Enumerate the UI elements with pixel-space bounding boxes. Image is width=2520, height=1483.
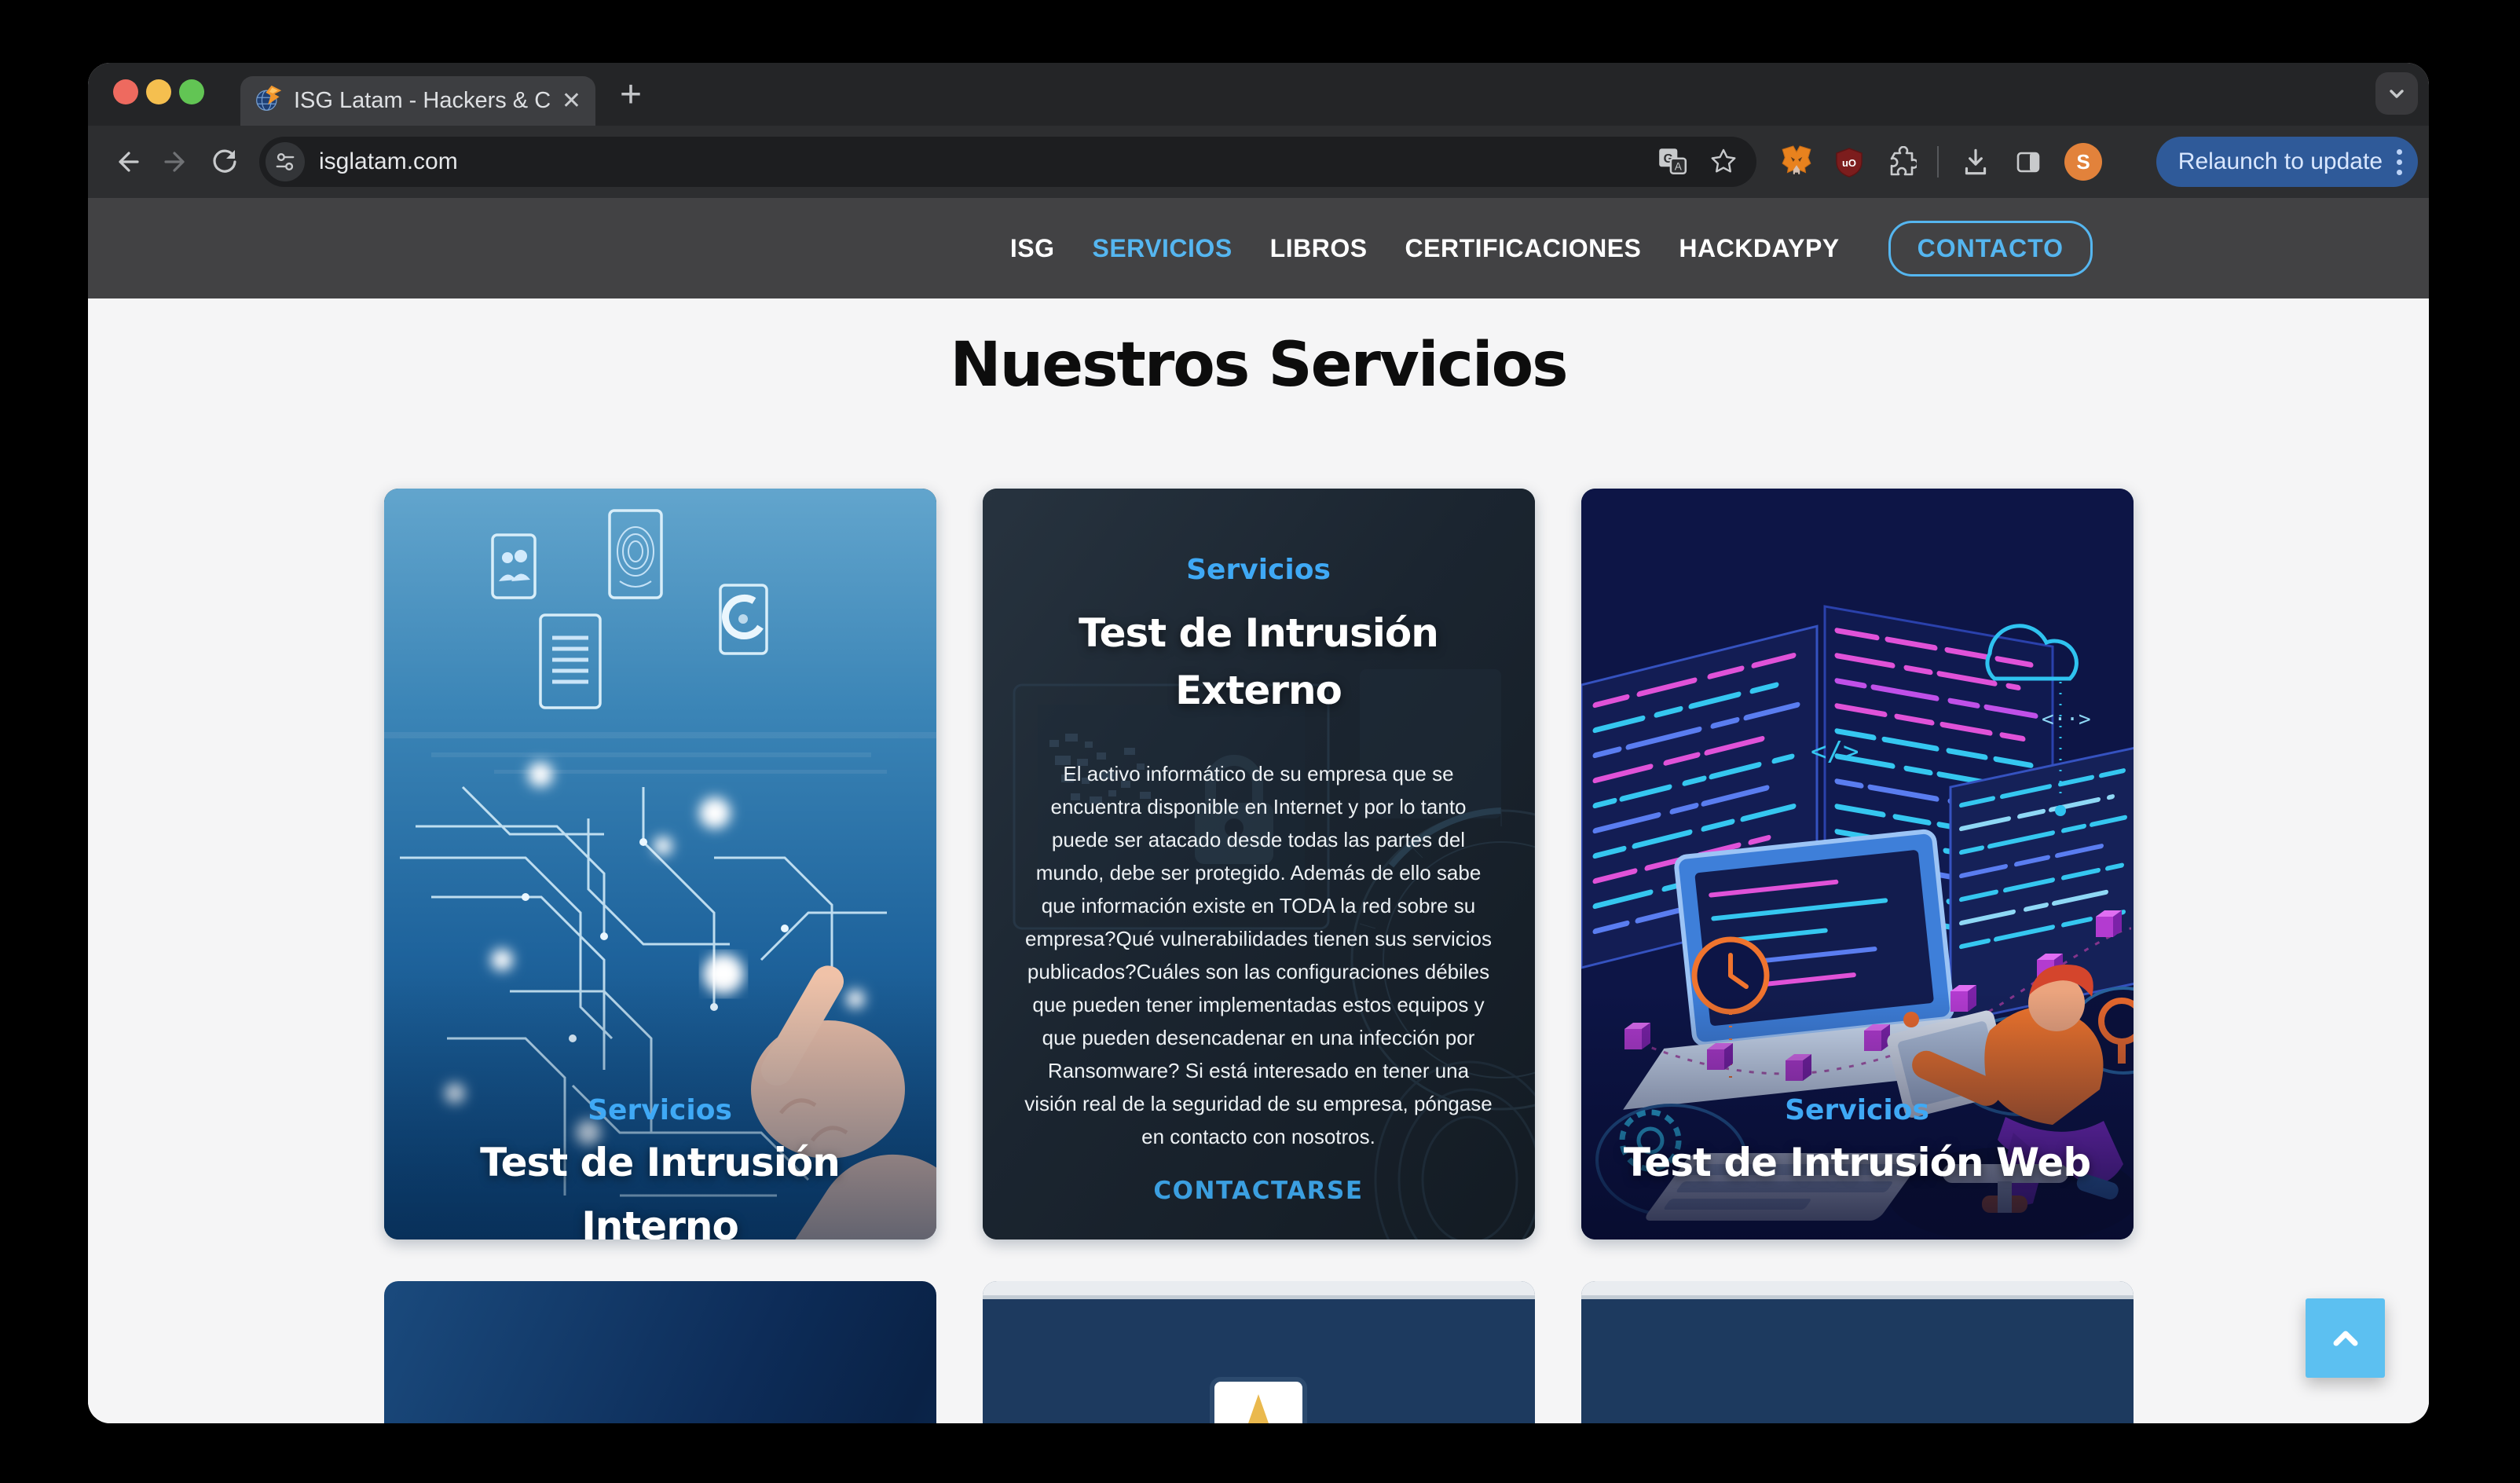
services-row-2 [384, 1281, 2134, 1423]
contactarse-link[interactable]: CONTACTARSE [1153, 1177, 1363, 1205]
window-controls [113, 79, 204, 104]
site-navbar: ISG SERVICIOS LIBROS CERTIFICACIONES HAC… [88, 198, 2429, 298]
card-title-line2: Interno [384, 1198, 936, 1239]
relaunch-to-update-button[interactable]: Relaunch to update [2156, 137, 2418, 187]
site-favicon-icon [255, 85, 283, 117]
translate-icon: G A [1656, 145, 1689, 178]
forward-arrow-icon [159, 145, 193, 179]
browser-toolbar: isglatam.com G A [88, 126, 2429, 198]
card-title-line1: Test de Intrusión Web [1581, 1134, 2134, 1192]
service-card-partial-3[interactable] [1581, 1281, 2134, 1423]
reload-button[interactable] [203, 140, 247, 184]
chevron-down-icon [2381, 78, 2412, 109]
toolbar-divider [1937, 146, 1939, 178]
card-caption: Servicios Test de Intrusión Interno [384, 1093, 936, 1239]
nav-item-libros[interactable]: LIBROS [1270, 234, 1368, 263]
contacto-button[interactable]: CONTACTO [1888, 221, 2093, 276]
tab-close-icon[interactable]: ✕ [562, 90, 581, 113]
svg-text:</>: </> [1811, 736, 1859, 767]
service-card-web[interactable]: </> <··> [1581, 489, 2134, 1239]
downloads-button[interactable] [1959, 145, 1992, 178]
svg-text:A: A [1675, 161, 1683, 173]
card-category-label: Servicios [1581, 1093, 2134, 1128]
service-card-interno[interactable]: Servicios Test de Intrusión Interno [384, 489, 936, 1239]
service-card-partial-1[interactable] [384, 1281, 936, 1423]
desktop-background: ISG Latam - Hackers & Cibers ✕ + [0, 0, 2520, 1483]
ublock-extension-button[interactable]: uO [1833, 146, 1865, 178]
tab-search-chevron-button[interactable] [2375, 72, 2418, 115]
forward-button[interactable] [154, 140, 198, 184]
back-button[interactable] [105, 140, 149, 184]
services-row-1: Servicios Test de Intrusión Interno [384, 489, 2134, 1239]
window-fullscreen-button[interactable] [179, 79, 204, 104]
bookmark-star-button[interactable] [1708, 146, 1739, 178]
card-text-content: Servicios Test de Intrusión Externo El a… [983, 489, 1535, 1239]
page-viewport: ISG SERVICIOS LIBROS CERTIFICACIONES HAC… [88, 198, 2429, 1423]
window-close-button[interactable] [113, 79, 138, 104]
window-minimize-button[interactable] [146, 79, 171, 104]
side-panel-button[interactable] [2013, 146, 2044, 178]
card-category-label: Servicios [1022, 553, 1496, 588]
page-content: Nuestros Servicios [88, 298, 2429, 1423]
metamask-fox-icon [1780, 145, 1813, 178]
scroll-to-top-button[interactable] [2306, 1298, 2385, 1378]
page-title: Nuestros Servicios [88, 330, 2429, 401]
ublock-shield-icon: uO [1833, 146, 1865, 178]
browser-window: ISG Latam - Hackers & Cibers ✕ + [88, 63, 2429, 1423]
new-tab-button[interactable]: + [610, 74, 652, 116]
tab-title: ISG Latam - Hackers & Cibers [294, 88, 551, 114]
tab-strip: ISG Latam - Hackers & Cibers ✕ + [88, 63, 2429, 126]
back-arrow-icon [110, 145, 145, 179]
browser-tab[interactable]: ISG Latam - Hackers & Cibers ✕ [240, 76, 595, 126]
download-icon [1959, 145, 1992, 178]
address-bar[interactable]: isglatam.com G A [259, 137, 1756, 187]
relaunch-label: Relaunch to update [2178, 148, 2383, 175]
card-title-line1: Test de Intrusión [1022, 605, 1496, 662]
rocket-illustration [1210, 1377, 1307, 1423]
sidebar-icon [2013, 146, 2044, 178]
card-caption: Servicios Test de Intrusión Web [1581, 1093, 2134, 1192]
browser-menu-kebab-icon[interactable] [2397, 149, 2402, 175]
card-title-line2: Externo [1022, 662, 1496, 720]
nav-item-hackdaypy[interactable]: HACKDAYPY [1679, 234, 1839, 263]
nav-item-certificaciones[interactable]: CERTIFICACIONES [1405, 234, 1642, 263]
svg-text:uO: uO [1842, 157, 1856, 169]
profile-avatar[interactable]: S [2064, 143, 2102, 181]
card-title-line1: Test de Intrusión [384, 1134, 936, 1192]
chevron-up-icon [2325, 1318, 2366, 1359]
star-icon [1708, 146, 1739, 178]
puzzle-icon [1885, 146, 1917, 178]
translate-button[interactable]: G A [1656, 145, 1689, 178]
service-card-externo[interactable]: Servicios Test de Intrusión Externo El a… [983, 489, 1535, 1239]
metamask-extension-button[interactable] [1780, 145, 1813, 178]
reload-icon [207, 145, 242, 179]
extensions-menu-button[interactable] [1885, 146, 1917, 178]
svg-text:<··>: <··> [2042, 708, 2091, 731]
card-description: El activo informático de su empresa que … [1022, 757, 1496, 1153]
service-card-partial-2[interactable] [983, 1281, 1535, 1423]
card-category-label: Servicios [384, 1093, 936, 1128]
extensions-area: uO S [1780, 143, 2102, 181]
nav-item-servicios[interactable]: SERVICIOS [1092, 234, 1232, 263]
site-info-button[interactable] [266, 142, 305, 181]
nav-item-isg[interactable]: ISG [1010, 234, 1055, 263]
tune-icon [272, 148, 299, 175]
url-text[interactable]: isglatam.com [319, 148, 1656, 175]
